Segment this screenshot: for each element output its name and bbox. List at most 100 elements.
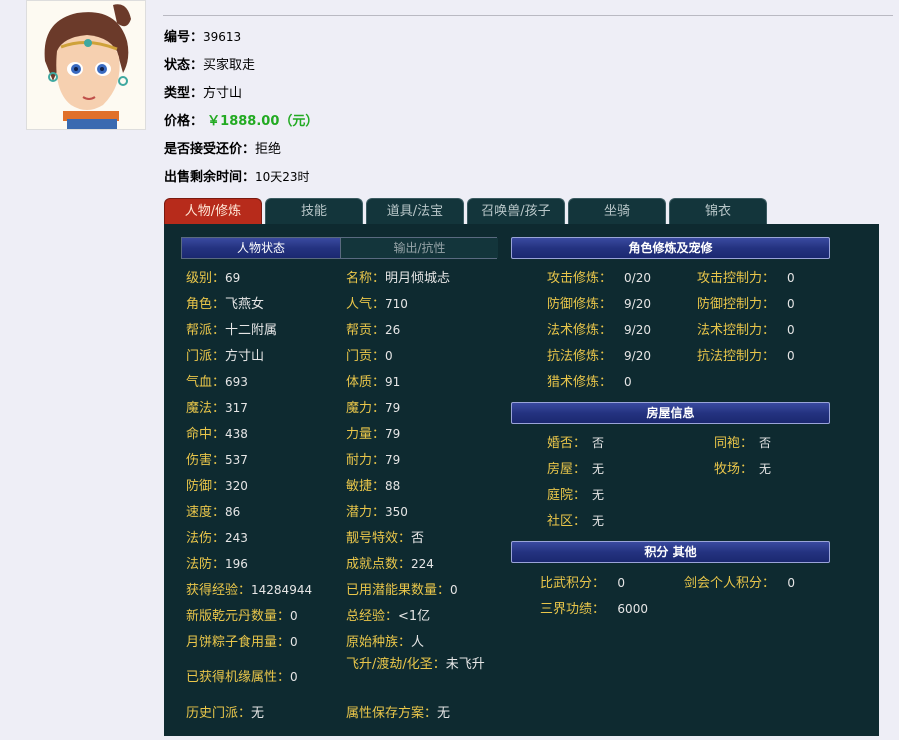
subtab-output-resist[interactable]: 输出/抗性 [340, 238, 498, 258]
char-left-item: 获得经验：14284944 [186, 579, 312, 598]
item-type-value: 方寸山 [203, 86, 243, 101]
char-right-label: 人气： [346, 297, 386, 312]
item-bargain-value: 拒绝 [255, 142, 282, 157]
char-left-item: 已获得机缘属性：0 [186, 666, 298, 685]
char-right-value: 79 [385, 401, 401, 415]
char-left-value: 方寸山 [225, 349, 265, 364]
cultivation-left-value: 9/20 [624, 349, 651, 363]
house-right-value: 否 [759, 436, 772, 450]
cultivation-left-value: 0/20 [624, 271, 651, 285]
cultivation-left-label: 抗法修炼： [547, 349, 613, 364]
house-left-label: 房屋： [547, 462, 587, 477]
char-left-item: 命中：438 [186, 423, 248, 442]
char-right-value: 350 [385, 505, 408, 519]
item-price-value: ￥1888.00（元） [207, 114, 319, 129]
tab-pets[interactable]: 召唤兽/孩子 [467, 198, 565, 224]
char-right-label: 帮贡： [346, 323, 386, 338]
char-right-item: 门贡：0 [346, 345, 393, 364]
house-left-item: 婚否： 否 [547, 432, 604, 451]
char-right-item: 名称：明月倾城忐 [346, 267, 450, 286]
item-price-row: 价格： ￥1888.00（元） [164, 110, 318, 129]
cultivation-left-label: 法术修炼： [547, 323, 613, 338]
char-right-label: 门贡： [346, 349, 386, 364]
char-right-value: 未飞升 [445, 657, 485, 672]
cultivation-left-value: 9/20 [624, 323, 651, 337]
char-left-label: 新版乾元丹数量： [186, 609, 291, 624]
char-left-item: 法防：196 [186, 553, 248, 572]
cultivation-right-label: 法术控制力： [697, 323, 776, 338]
char-left-value: 十二附属 [225, 323, 278, 338]
cultivation-left-item: 猎术修炼： 0 [547, 371, 632, 390]
tab-mounts[interactable]: 坐骑 [568, 198, 666, 224]
cultivation-right-label: 抗法控制力： [697, 349, 776, 364]
char-left-item: 速度：86 [186, 501, 240, 520]
house-left-label: 婚否： [547, 436, 587, 451]
char-left-label: 法防： [186, 557, 226, 572]
house-left-item: 房屋： 无 [547, 458, 604, 477]
char-right-item: 飞升/渡劫/化圣：未飞升 [346, 656, 492, 674]
points-header: 积分 其他 [511, 541, 830, 563]
cultivation-right-value: 0 [787, 271, 795, 285]
char-left-value: 693 [225, 375, 248, 389]
char-right-value: 224 [411, 557, 434, 571]
char-left-label: 伤害： [186, 453, 226, 468]
item-price-label: 价格： [164, 114, 204, 129]
item-type-label: 类型： [164, 86, 204, 101]
char-right-value: 79 [385, 427, 401, 441]
cultivation-left-value: 9/20 [624, 297, 651, 311]
char-right-value: 无 [437, 706, 451, 721]
subtab-character-status[interactable]: 人物状态 [182, 238, 340, 258]
house-right-item: 牧场： 无 [714, 458, 771, 477]
cultivation-right-value: 0 [787, 349, 795, 363]
char-left-label: 速度： [186, 505, 226, 520]
item-id-value: 39613 [203, 30, 242, 44]
char-left-value: 0 [290, 635, 298, 649]
cultivation-right-value: 0 [787, 297, 795, 311]
char-right-item: 潜力：350 [346, 501, 408, 520]
char-left-label: 气血： [186, 375, 226, 390]
char-right-item: 耐力：79 [346, 449, 400, 468]
item-status-value: 买家取走 [203, 58, 256, 73]
tab-character[interactable]: 人物/修炼 [164, 198, 262, 224]
char-right-value: 91 [385, 375, 401, 389]
item-bargain-label: 是否接受还价： [164, 142, 256, 157]
char-left-label: 帮派： [186, 323, 226, 338]
tab-skills[interactable]: 技能 [265, 198, 363, 224]
char-left-value: 0 [290, 609, 298, 623]
char-left-item: 月饼粽子食用量：0 [186, 631, 298, 650]
cultivation-right-label: 防御控制力： [697, 297, 776, 312]
char-left-label: 历史门派： [186, 706, 252, 721]
tab-items[interactable]: 道具/法宝 [366, 198, 464, 224]
char-left-item: 伤害：537 [186, 449, 248, 468]
char-left-label: 月饼粽子食用量： [186, 635, 291, 650]
char-right-item: 魔力：79 [346, 397, 400, 416]
item-id-label: 编号： [164, 30, 204, 45]
tab-outfits[interactable]: 锦衣 [669, 198, 767, 224]
char-left-label: 获得经验： [186, 583, 252, 598]
char-left-label: 角色： [186, 297, 226, 312]
character-avatar-image [27, 1, 145, 129]
char-right-label: 原始种族： [346, 635, 412, 650]
char-left-item: 法伤：243 [186, 527, 248, 546]
item-remaining-row: 出售剩余时间：10天23时 [164, 166, 310, 185]
char-right-value: 明月倾城忐 [385, 271, 451, 286]
char-left-value: 320 [225, 479, 248, 493]
character-panel: 人物状态 输出/抗性 级别：69 角色：飞燕女 帮派：十二附属 门派：方寸山 气血：69… [164, 224, 879, 736]
cultivation-left-item: 抗法修炼： 9/20 [547, 345, 651, 364]
item-status-label: 状态： [164, 58, 204, 73]
char-left-value: 0 [290, 670, 298, 684]
cultivation-left-label: 猎术修炼： [547, 375, 613, 390]
points-item-merit: 三界功绩： 6000 [540, 602, 648, 617]
char-left-label: 已获得机缘属性： [186, 670, 291, 685]
item-remaining-label: 出售剩余时间： [164, 170, 256, 185]
cultivation-left-label: 攻击修炼： [547, 271, 613, 286]
char-right-item: 敏捷：88 [346, 475, 400, 494]
char-left-item: 气血：693 [186, 371, 248, 390]
char-right-item: 原始种族：人 [346, 631, 424, 650]
char-left-value: 537 [225, 453, 248, 467]
cultivation-left-item: 攻击修炼： 0/20 [547, 267, 651, 286]
char-left-item: 级别：69 [186, 267, 240, 286]
char-left-item: 新版乾元丹数量：0 [186, 605, 298, 624]
char-right-value: 0 [450, 583, 458, 597]
char-left-label: 法伤： [186, 531, 226, 546]
